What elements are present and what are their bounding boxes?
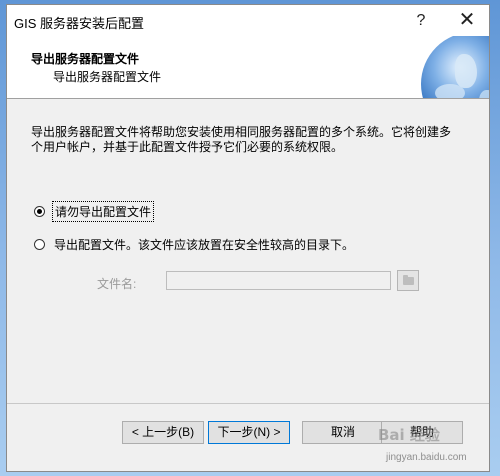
browse-folder-button[interactable]: [397, 270, 419, 291]
cancel-button[interactable]: 取消: [302, 421, 384, 444]
wizard-header: 导出服务器配置文件 导出服务器配置文件: [7, 36, 489, 99]
globe-icon: [421, 36, 489, 98]
description-text: 导出服务器配置文件将帮助您安装使用相同服务器配置的多个系统。它将创建多个用户帐户…: [31, 125, 452, 154]
watermark-url: jingyan.baidu.com: [386, 452, 467, 463]
radio-button[interactable]: [34, 239, 45, 250]
title-bar: GIS 服务器安装后配置 ? ✕: [7, 5, 489, 36]
help-icon[interactable]: ?: [401, 5, 441, 36]
header-title: 导出服务器配置文件: [31, 52, 140, 66]
close-icon[interactable]: ✕: [447, 5, 487, 36]
window-title: GIS 服务器安装后配置: [14, 16, 145, 31]
radio-button-selected[interactable]: [34, 206, 45, 217]
folder-icon: [403, 275, 414, 285]
option-do-not-export[interactable]: 请勿导出配置文件: [34, 201, 155, 222]
option-export-config[interactable]: 导出配置文件。该文件应该放置在安全性较高的目录下。: [34, 235, 356, 254]
back-button[interactable]: < 上一步(B): [122, 421, 204, 444]
setup-window: GIS 服务器安装后配置 ? ✕ 导出服务器配置文件 导出服务器配置文件 导出服…: [6, 4, 490, 472]
footer-divider: [7, 403, 489, 404]
file-name-input[interactable]: [166, 271, 391, 290]
file-name-label: 文件名:: [97, 277, 137, 291]
header-subtitle: 导出服务器配置文件: [53, 70, 162, 84]
option-label[interactable]: 导出配置文件。该文件应该放置在安全性较高的目录下。: [52, 235, 356, 254]
option-label[interactable]: 请勿导出配置文件: [52, 201, 155, 222]
next-button[interactable]: 下一步(N) >: [208, 421, 290, 444]
watermark-logo: Bai 经验: [378, 426, 440, 444]
